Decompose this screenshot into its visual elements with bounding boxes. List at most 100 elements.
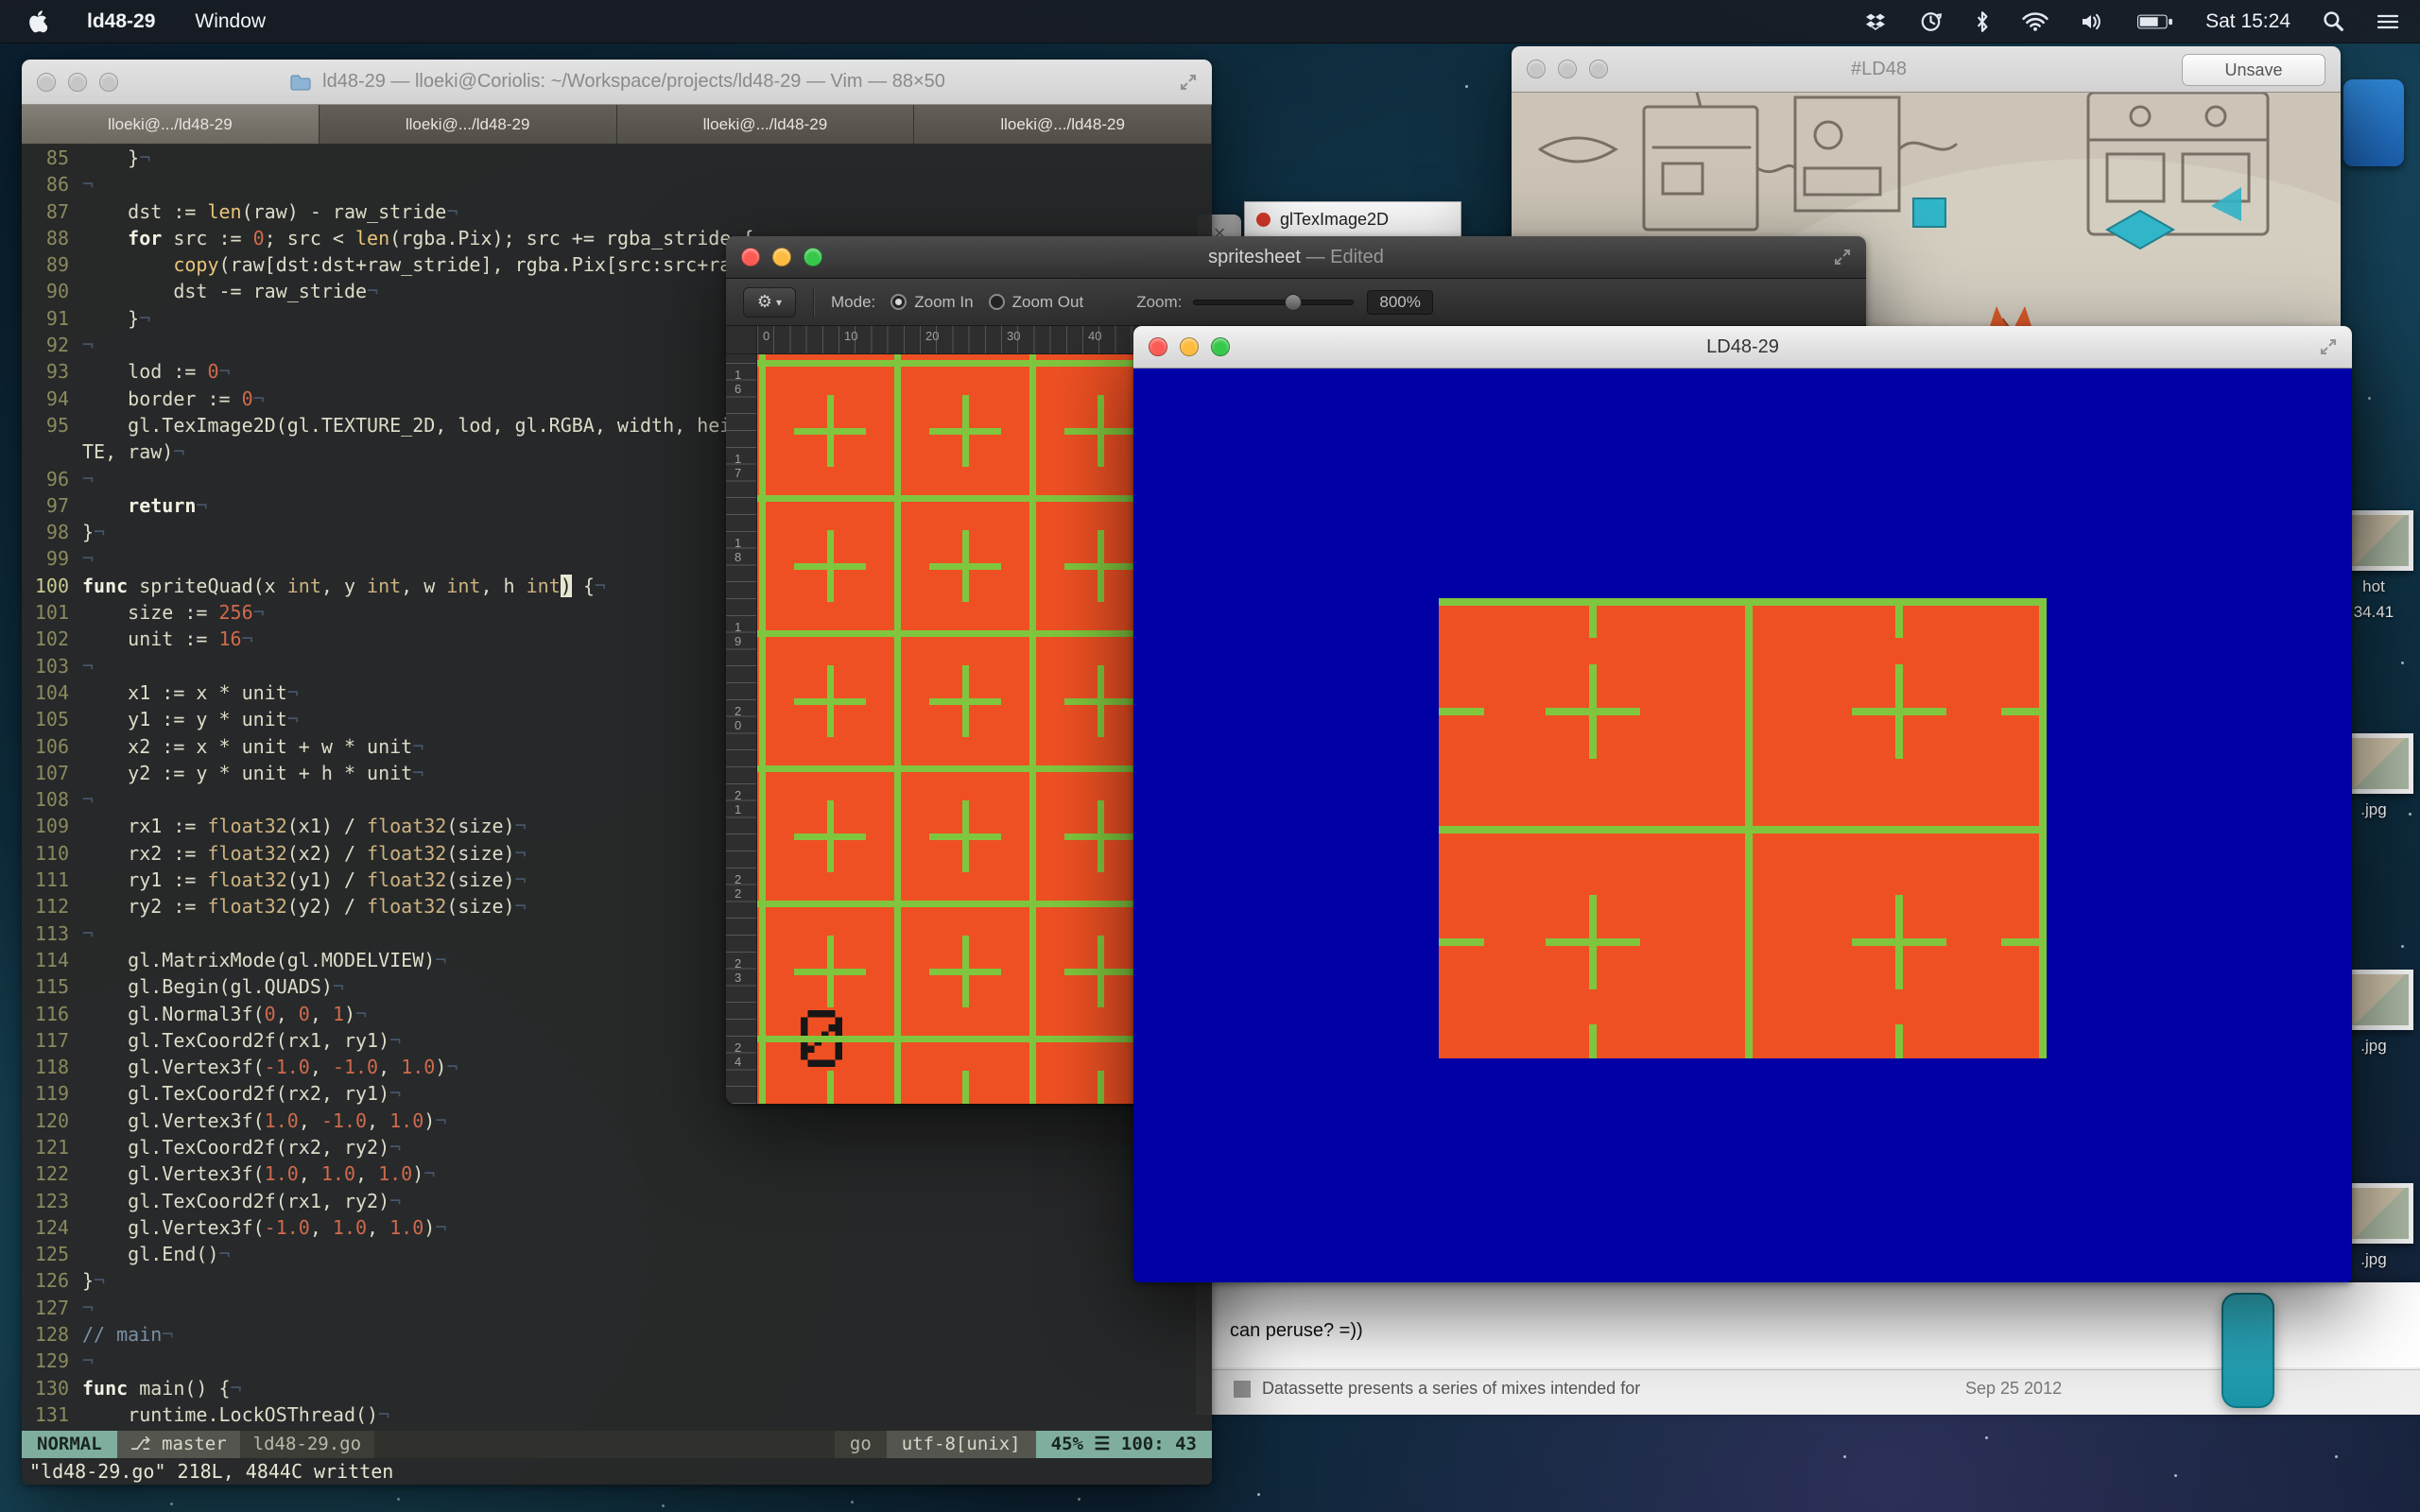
app-menu-title[interactable]: ld48-29 <box>87 10 155 33</box>
line-number: 99 <box>29 545 69 572</box>
terminal-window-title: ld48-29 — lloeki@Coriolis: ~/Workspace/p… <box>322 71 945 93</box>
line-number: 91 <box>29 305 69 332</box>
zoom-button[interactable] <box>1211 337 1230 356</box>
ruler-number: 10 <box>844 329 857 343</box>
window-controls <box>37 73 118 92</box>
desktop[interactable]: × glTexImage2D can peruse? =)) Datassett… <box>0 0 2420 1512</box>
menu-bar-clock[interactable]: Sat 15:24 <box>2205 10 2290 33</box>
line-number: 96 <box>29 466 69 492</box>
code-line: 123 gl.TexCoord2f(rx1, ry2)¬ <box>29 1188 1212 1214</box>
spritesheet-title-bar[interactable]: spritesheet — Edited <box>726 236 1866 279</box>
code-text: } <box>82 307 139 330</box>
code-text: int <box>527 575 561 597</box>
fullscreen-icon[interactable] <box>1178 72 1199 93</box>
zoom-in-radio[interactable] <box>890 294 907 310</box>
code-text: { <box>572 575 595 597</box>
grid-mark <box>962 1071 969 1105</box>
search-suggestion[interactable]: glTexImage2D <box>1244 201 1461 237</box>
code-text: copy <box>173 253 218 276</box>
grid-mark <box>1895 606 1903 638</box>
grid-mark <box>827 936 834 1007</box>
terminal-tab[interactable]: lloeki@.../ld48-29 <box>617 105 915 144</box>
eol-marker: ¬ <box>253 387 265 410</box>
zoom-button[interactable] <box>99 73 118 92</box>
zoom-button[interactable] <box>1589 60 1608 78</box>
grid-mark <box>827 530 834 602</box>
gear-button[interactable]: ⚙▾ <box>743 287 796 318</box>
code-text: spriteQuad(x <box>128 575 287 597</box>
apple-menu-icon[interactable] <box>28 10 47 33</box>
fullscreen-icon[interactable] <box>2318 336 2339 357</box>
code-text: 1.0 <box>333 1216 367 1239</box>
ruler-number: 40 <box>1088 329 1101 343</box>
close-button[interactable] <box>37 73 56 92</box>
zoom-slider[interactable] <box>1193 300 1354 305</box>
code-text: (raw) - raw_stride <box>242 200 447 223</box>
grid-mark <box>962 936 969 1007</box>
star <box>2335 1455 2338 1458</box>
minimize-button[interactable] <box>1180 337 1199 356</box>
code-text <box>82 494 128 517</box>
grid-mark <box>827 395 834 467</box>
eol-marker: ¬ <box>82 468 94 490</box>
line-number: 86 <box>29 171 69 198</box>
code-text: size := <box>82 601 219 624</box>
close-button[interactable] <box>741 248 760 266</box>
code-text: 0 <box>253 227 265 249</box>
code-line: 129¬ <box>29 1348 1212 1374</box>
spotlight-icon[interactable] <box>2323 10 2344 32</box>
terminal-tab[interactable]: lloeki@.../ld48-29 <box>914 105 1212 144</box>
code-text: -1.0 <box>265 1056 310 1078</box>
grid-mark <box>827 1071 834 1105</box>
code-text: , <box>355 1162 378 1185</box>
slider-knob[interactable] <box>1285 294 1302 311</box>
dropbox-icon[interactable] <box>1863 11 1888 32</box>
line-number: 113 <box>29 920 69 947</box>
eol-marker: ¬ <box>242 627 253 650</box>
ruler-number: 2 4 <box>735 1040 741 1069</box>
ruler-number: 2 1 <box>735 788 741 816</box>
terminal-title-bar[interactable]: ld48-29 — lloeki@Coriolis: ~/Workspace/p… <box>22 60 1212 105</box>
code-text: ) <box>424 1109 435 1132</box>
reader-bar <box>2221 1293 2274 1408</box>
code-text: gl.TexCoord2f(rx1, ry2) <box>82 1190 389 1212</box>
game-viewport[interactable] <box>1133 369 2352 1282</box>
volume-icon[interactable] <box>2081 12 2105 31</box>
zoom-out-radio[interactable] <box>989 294 1005 310</box>
code-text: // main <box>82 1323 162 1346</box>
eol-marker: ¬ <box>515 895 527 918</box>
wifi-icon[interactable] <box>2022 12 2048 31</box>
minimize-button[interactable] <box>772 248 791 266</box>
game-title-bar[interactable]: LD48-29 <box>1133 326 2352 369</box>
eol-marker: ¬ <box>287 708 299 730</box>
sync-clock-icon[interactable] <box>1920 10 1943 33</box>
line-number: 89 <box>29 251 69 278</box>
code-text: func <box>82 1377 128 1400</box>
notification-center-icon[interactable] <box>2377 12 2399 31</box>
zoom-button[interactable] <box>804 248 822 266</box>
desktop-icon[interactable] <box>2327 79 2420 166</box>
eol-marker: ¬ <box>94 521 105 543</box>
code-line: 130func main() {¬ <box>29 1375 1212 1401</box>
battery-icon[interactable] <box>2137 13 2173 30</box>
menu-item-window[interactable]: Window <box>195 10 266 33</box>
terminal-tab[interactable]: lloeki@.../ld48-29 <box>320 105 617 144</box>
minimize-button[interactable] <box>68 73 87 92</box>
fullscreen-icon[interactable] <box>1832 247 1853 267</box>
terminal-tab[interactable]: lloeki@.../ld48-29 <box>22 105 320 144</box>
eol-marker: ¬ <box>446 200 458 223</box>
close-button[interactable] <box>1527 60 1546 78</box>
line-number: 114 <box>29 947 69 973</box>
line-number: 110 <box>29 840 69 867</box>
code-text: return <box>128 494 196 517</box>
ruler-number: 1 7 <box>735 452 741 480</box>
chat-title-bar[interactable]: #LD48 Unsave <box>1512 46 2341 93</box>
bluetooth-icon[interactable] <box>1975 10 1990 33</box>
line-number: 101 <box>29 599 69 626</box>
unsave-button[interactable]: Unsave <box>2182 54 2325 86</box>
snippet-avatar <box>1234 1381 1251 1398</box>
code-text: gl.Vertex3f( <box>82 1162 265 1185</box>
close-button[interactable] <box>1149 337 1167 356</box>
line-number: 98 <box>29 519 69 545</box>
minimize-button[interactable] <box>1558 60 1577 78</box>
